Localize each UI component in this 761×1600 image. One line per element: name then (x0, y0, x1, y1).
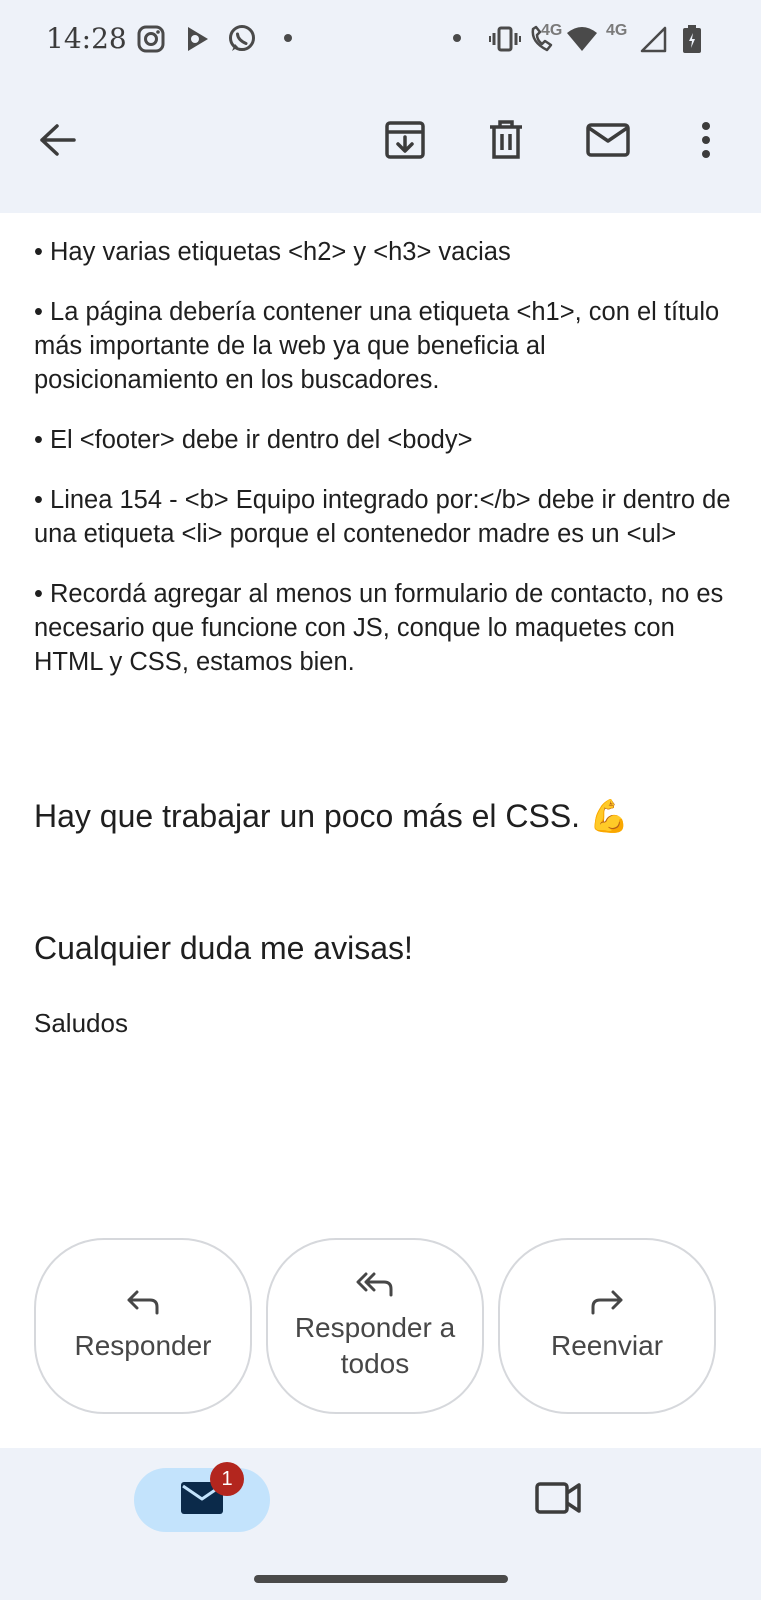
unread-count-badge: 1 (210, 1462, 244, 1496)
vibrate-icon (488, 22, 522, 56)
instagram-icon (134, 22, 168, 56)
feedback-item: • Linea 154 - <b> Equipo integrado por:<… (34, 486, 731, 548)
status-bar: 14:28 4G 4G (0, 0, 761, 78)
delete-icon (488, 119, 524, 166)
wifi-icon (565, 22, 599, 56)
feedback-item: • El <footer> debe ir dentro del <body> (34, 426, 473, 454)
reply-button[interactable]: Responder (34, 1238, 252, 1414)
reply-actions: Responder Responder a todos Reenviar (34, 1238, 727, 1414)
video-call-icon (535, 1481, 581, 1520)
forward-button[interactable]: Reenviar (498, 1238, 716, 1414)
network-type-label: 4G (541, 22, 563, 39)
question-note: Cualquier duda me avisas! (34, 930, 413, 966)
mark-unread-icon (586, 122, 630, 163)
reply-all-icon (356, 1271, 394, 1302)
back-arrow-icon (37, 122, 77, 163)
reply-icon (126, 1289, 160, 1320)
network-type-label-2: 4G (606, 22, 628, 39)
feedback-item: • Hay varias etiquetas <h2> y <h3> vacia… (34, 238, 511, 266)
bottom-navigation: 1 (0, 1448, 761, 1600)
status-time: 14:28 (46, 22, 127, 55)
more-vert-icon (700, 121, 712, 164)
battery-icon (675, 22, 709, 56)
reply-label: Responder (74, 1329, 212, 1361)
meet-tab[interactable] (526, 1468, 590, 1532)
home-indicator[interactable] (254, 1575, 508, 1583)
signal-icon (636, 22, 670, 56)
reply-all-label: Responder a todos (294, 1311, 456, 1379)
closing-signoff: Saludos (34, 1008, 128, 1038)
css-note: Hay que trabajar un poco más el CSS. 💪 (34, 798, 629, 834)
notification-dot-icon (284, 34, 292, 42)
mail-tab[interactable] (134, 1468, 270, 1532)
forward-label: Reenviar (550, 1329, 664, 1361)
delete-button[interactable] (474, 110, 538, 174)
email-toolbar (0, 78, 761, 213)
back-button[interactable] (25, 110, 89, 174)
status-dot-icon (453, 34, 461, 42)
feedback-item: • La página debería contener una etiquet… (34, 298, 720, 394)
archive-button[interactable] (373, 110, 437, 174)
feedback-list: • Hay varias etiquetas <h2> y <h3> vacia… (34, 235, 734, 705)
forward-icon (590, 1289, 624, 1320)
feedback-item: • Recordá agregar al menos un formulario… (34, 580, 724, 676)
more-options-button[interactable] (674, 110, 738, 174)
archive-icon (384, 119, 426, 166)
mark-unread-button[interactable] (576, 110, 640, 174)
media-app-icon (180, 22, 214, 56)
reply-all-button[interactable]: Responder a todos (266, 1238, 484, 1414)
whatsapp-icon (225, 22, 259, 56)
